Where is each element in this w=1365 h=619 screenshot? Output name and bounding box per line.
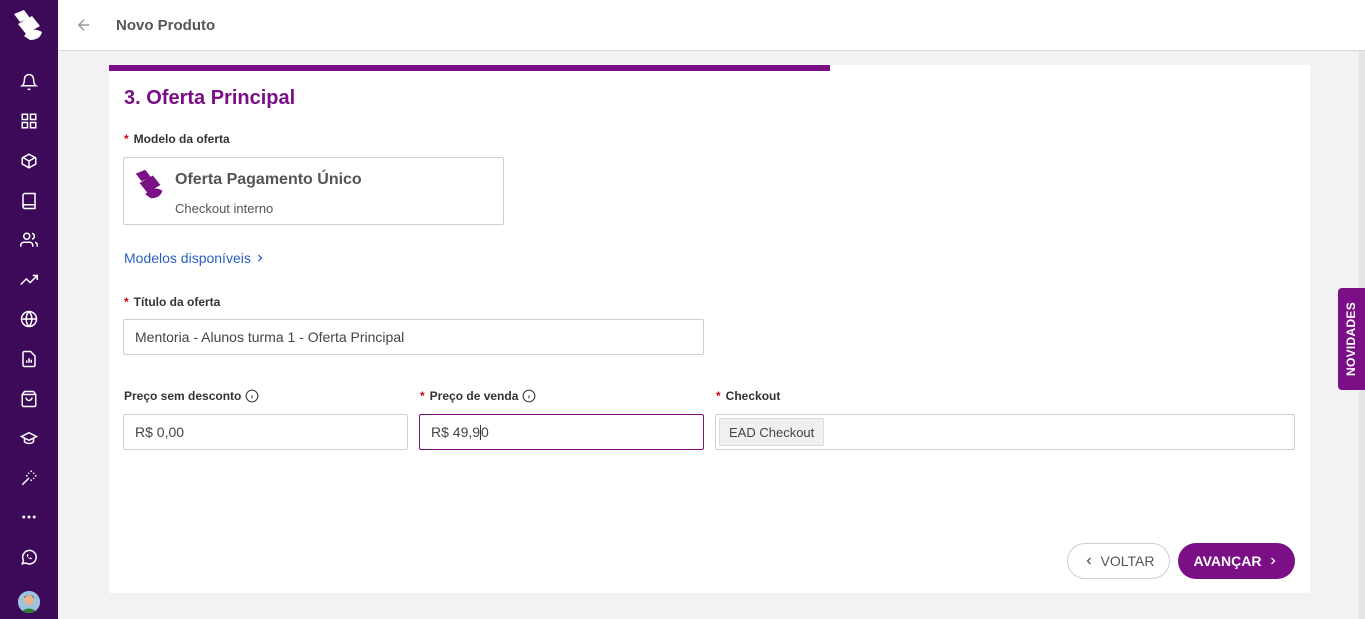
chevron-right-icon bbox=[257, 254, 263, 262]
report-icon[interactable] bbox=[0, 339, 58, 379]
offer-title-input[interactable]: Mentoria - Alunos turma 1 - Oferta Princ… bbox=[123, 319, 704, 355]
offer-model-name: Oferta Pagamento Único bbox=[175, 171, 362, 188]
trending-up-icon[interactable] bbox=[0, 260, 58, 300]
top-header: Novo Produto bbox=[58, 0, 1365, 51]
price-no-discount-input[interactable]: R$ 0,00 bbox=[123, 414, 408, 450]
sidebar bbox=[0, 0, 58, 619]
back-button[interactable]: VOLTAR bbox=[1067, 543, 1170, 579]
chevron-left-icon bbox=[1086, 557, 1091, 565]
users-icon[interactable] bbox=[0, 220, 58, 260]
magic-wand-icon[interactable] bbox=[0, 458, 58, 498]
info-icon[interactable] bbox=[245, 389, 259, 403]
offer-title-label: * Título da oferta bbox=[124, 295, 221, 309]
info-icon[interactable] bbox=[522, 389, 536, 403]
required-asterisk: * bbox=[124, 132, 129, 146]
required-asterisk: * bbox=[124, 295, 129, 309]
back-arrow-icon[interactable] bbox=[72, 13, 96, 37]
checkout-tag[interactable]: EAD Checkout bbox=[719, 418, 825, 446]
required-asterisk: * bbox=[716, 389, 721, 403]
logo-icon bbox=[14, 10, 42, 40]
sale-price-label: * Preço de venda bbox=[420, 389, 536, 403]
price-no-discount-label: Preço sem desconto bbox=[124, 389, 259, 403]
next-button[interactable]: AVANÇAR bbox=[1178, 543, 1295, 579]
available-models-link[interactable]: Modelos disponíveis bbox=[124, 250, 266, 266]
shopping-bag-icon[interactable] bbox=[0, 379, 58, 419]
offer-model-logo-icon bbox=[132, 166, 168, 207]
globe-icon[interactable] bbox=[0, 300, 58, 340]
model-label: * Modelo da oferta bbox=[124, 132, 230, 146]
bell-icon[interactable] bbox=[0, 62, 58, 102]
user-avatar[interactable] bbox=[18, 591, 40, 613]
checkout-label: * Checkout bbox=[716, 389, 781, 403]
book-icon[interactable] bbox=[0, 181, 58, 221]
chevron-right-icon bbox=[1271, 557, 1276, 565]
more-icon[interactable] bbox=[0, 498, 58, 538]
checkout-select[interactable]: EAD Checkout bbox=[715, 414, 1295, 450]
grid-icon[interactable] bbox=[0, 102, 58, 142]
offer-model-subtitle: Checkout interno bbox=[175, 201, 274, 216]
app-logo[interactable] bbox=[9, 5, 49, 45]
offer-model-card[interactable]: Oferta Pagamento Único Checkout interno bbox=[123, 157, 504, 225]
step-title: 3. Oferta Principal bbox=[124, 87, 296, 109]
progress-bar bbox=[109, 65, 1310, 71]
required-asterisk: * bbox=[420, 389, 425, 403]
page-title: Novo Produto bbox=[116, 16, 216, 34]
novidades-tab[interactable]: NOVIDADES bbox=[1338, 288, 1365, 390]
progress-fill bbox=[109, 65, 830, 71]
offer-form-card: 3. Oferta Principal * Modelo da oferta O… bbox=[109, 65, 1310, 593]
sale-price-input[interactable]: R$ 49,9 0 bbox=[419, 414, 704, 450]
whatsapp-icon[interactable] bbox=[0, 537, 58, 577]
graduation-cap-icon[interactable] bbox=[0, 418, 58, 458]
box-icon[interactable] bbox=[0, 141, 58, 181]
